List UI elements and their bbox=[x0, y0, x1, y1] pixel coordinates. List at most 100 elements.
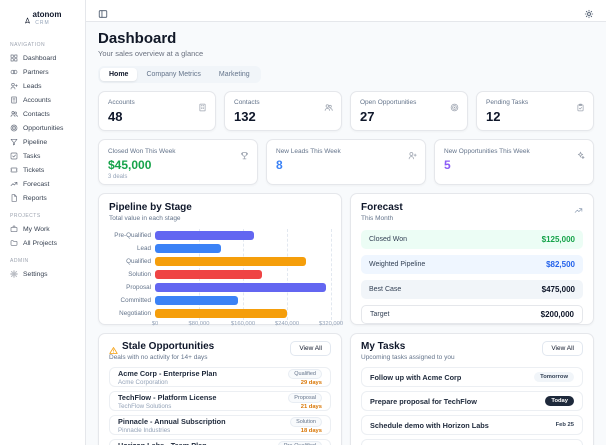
target-icon bbox=[450, 99, 459, 112]
user-plus-icon bbox=[10, 82, 18, 90]
gridline bbox=[331, 229, 332, 320]
sidebar-item-dashboard[interactable]: Dashboard bbox=[0, 51, 85, 65]
stale-days: 21 days bbox=[300, 403, 322, 410]
chart-title: Pipeline by Stage bbox=[109, 202, 192, 213]
task-item[interactable]: Schedule demo with Horizon Labs Feb 25 bbox=[361, 415, 583, 435]
tasks-subtitle: Upcoming tasks assigned to you bbox=[361, 354, 455, 361]
week-stats-row: Closed Won This Week $45,000 3 deals New… bbox=[98, 139, 594, 185]
sidebar-item-all-projects[interactable]: All Projects bbox=[0, 236, 85, 250]
task-item[interactable]: Prepare proposal for TechFlow Today bbox=[361, 391, 583, 411]
opportunity-item[interactable]: Acme Corp - Enterprise Plan Acme Corpora… bbox=[109, 367, 331, 387]
page-subtitle: Your sales overview at a glance bbox=[98, 49, 204, 58]
chart-plot-area: $0 $80,000 $160,000 $240,000 $320,000 bbox=[152, 229, 343, 331]
building-icon bbox=[198, 99, 207, 112]
stage-badge: Qualified bbox=[288, 368, 322, 379]
logo-icon bbox=[24, 11, 31, 24]
clipboard-check-icon bbox=[576, 99, 585, 112]
opportunity-item[interactable]: Horizon Labs - Team Plan Horizon Labs Pr… bbox=[109, 439, 331, 445]
stale-view-all-button[interactable]: View All bbox=[290, 341, 331, 356]
stale-opportunities-card: Stale Opportunities Deals with no activi… bbox=[98, 333, 342, 445]
forecast-row-target: Target $200,000 bbox=[361, 305, 583, 324]
sparkles-icon bbox=[576, 147, 585, 160]
user-plus-icon bbox=[408, 147, 417, 160]
file-icon bbox=[10, 194, 18, 202]
stat-card-open-opportunities[interactable]: Open Opportunities 27 bbox=[350, 91, 468, 131]
sidebar-item-tasks[interactable]: Tasks bbox=[0, 149, 85, 163]
sidebar-item-settings[interactable]: Settings bbox=[0, 267, 85, 281]
logo-subtext: CRM bbox=[35, 20, 50, 26]
stat-card-new-leads-week[interactable]: New Leads This Week 8 bbox=[266, 139, 426, 185]
opportunity-item[interactable]: TechFlow - Platform License TechFlow Sol… bbox=[109, 391, 331, 411]
dashboard-tabs: Home Company Metrics Marketing bbox=[98, 66, 261, 83]
due-badge: Feb 25 bbox=[555, 422, 574, 428]
opportunity-item[interactable]: Pinnacle - Annual Subscription Pinnacle … bbox=[109, 415, 331, 435]
trophy-icon bbox=[240, 147, 249, 160]
chart-subtitle: Total value in each stage bbox=[109, 215, 181, 222]
users-icon bbox=[10, 110, 18, 118]
task-item[interactable]: Review contract terms - Pinnacle Feb 27 bbox=[361, 439, 583, 445]
tasks-list: Follow up with Acme Corp Tomorrow Prepar… bbox=[361, 367, 583, 445]
theme-toggle-icon[interactable] bbox=[584, 6, 594, 18]
sidebar-toggle-icon[interactable] bbox=[98, 6, 108, 18]
stat-card-accounts[interactable]: Accounts 48 bbox=[98, 91, 216, 131]
handshake-icon bbox=[10, 68, 18, 76]
tab-marketing[interactable]: Marketing bbox=[210, 68, 259, 81]
briefcase-icon bbox=[10, 225, 18, 233]
bar-solution bbox=[155, 270, 263, 279]
sidebar-item-forecast[interactable]: Forecast bbox=[0, 177, 85, 191]
main-area: Dashboard Your sales overview at a glanc… bbox=[86, 0, 606, 445]
forecast-row-closed-won: Closed Won $125,000 bbox=[361, 230, 583, 249]
stage-badge: Solution bbox=[290, 416, 322, 427]
forecast-rows: Closed Won $125,000 Weighted Pipeline $8… bbox=[361, 230, 583, 324]
stat-card-pending-tasks[interactable]: Pending Tasks 12 bbox=[476, 91, 594, 131]
sidebar-item-leads[interactable]: Leads bbox=[0, 79, 85, 93]
forecast-row-weighted-pipeline: Weighted Pipeline $82,500 bbox=[361, 255, 583, 274]
chart-category-labels: Pre-Qualified Lead Qualified Solution Pr… bbox=[114, 232, 151, 317]
warning-icon bbox=[109, 342, 118, 354]
sidebar-item-opportunities[interactable]: Opportunities bbox=[0, 121, 85, 135]
due-badge: Today bbox=[545, 396, 574, 406]
trend-up-icon bbox=[10, 180, 18, 188]
tab-home[interactable]: Home bbox=[100, 68, 138, 81]
check-square-icon bbox=[10, 152, 18, 160]
sidebar-section-admin: Admin bbox=[10, 258, 29, 264]
stale-title: Stale Opportunities bbox=[122, 341, 215, 352]
sidebar-item-my-work[interactable]: My Work bbox=[0, 222, 85, 236]
funnel-icon bbox=[10, 138, 18, 146]
stage-badge: Proposal bbox=[288, 392, 322, 403]
bottom-row: Stale Opportunities Deals with no activi… bbox=[98, 333, 594, 445]
bar-lead bbox=[155, 244, 221, 253]
stat-card-contacts[interactable]: Contacts 132 bbox=[224, 91, 342, 131]
sidebar-item-reports[interactable]: Reports bbox=[0, 191, 85, 205]
sidebar-item-accounts[interactable]: Accounts bbox=[0, 93, 85, 107]
stat-card-closed-won-week[interactable]: Closed Won This Week $45,000 3 deals bbox=[98, 139, 258, 185]
stale-days: 29 days bbox=[300, 379, 322, 386]
sidebar-item-contacts[interactable]: Contacts bbox=[0, 107, 85, 121]
folder-icon bbox=[10, 239, 18, 247]
gear-icon bbox=[10, 270, 18, 278]
trend-up-icon bbox=[574, 202, 583, 213]
dashboard-content: Dashboard Your sales overview at a glanc… bbox=[86, 22, 606, 445]
tab-company-metrics[interactable]: Company Metrics bbox=[137, 68, 209, 81]
forecast-title: Forecast bbox=[361, 202, 403, 213]
bar-negotiation bbox=[155, 309, 287, 318]
ticket-icon bbox=[10, 166, 18, 174]
sidebar-item-pipeline[interactable]: Pipeline bbox=[0, 135, 85, 149]
tasks-view-all-button[interactable]: View All bbox=[542, 341, 583, 356]
app-window: atonom CRM Navigation Dashboard Partners… bbox=[0, 0, 606, 445]
sidebar-item-partners[interactable]: Partners bbox=[0, 65, 85, 79]
target-icon bbox=[10, 124, 18, 132]
bar-chart: Pre-Qualified Lead Qualified Solution Pr… bbox=[109, 229, 343, 331]
bar-qualified bbox=[155, 257, 307, 266]
stale-list: Acme Corp - Enterprise Plan Acme Corpora… bbox=[109, 367, 331, 445]
stat-card-new-opportunities-week[interactable]: New Opportunities This Week 5 bbox=[434, 139, 594, 185]
bar-committed bbox=[155, 296, 238, 305]
grid-icon bbox=[10, 54, 18, 62]
my-tasks-card: My Tasks Upcoming tasks assigned to you … bbox=[350, 333, 594, 445]
task-item[interactable]: Follow up with Acme Corp Tomorrow bbox=[361, 367, 583, 387]
stale-days: 18 days bbox=[300, 427, 322, 434]
stage-badge: Pre-Qualified bbox=[277, 440, 322, 445]
mid-row: Pipeline by Stage Total value in each st… bbox=[98, 193, 594, 327]
sidebar-item-tickets[interactable]: Tickets bbox=[0, 163, 85, 177]
sidebar-section-projects: Projects bbox=[10, 213, 41, 219]
